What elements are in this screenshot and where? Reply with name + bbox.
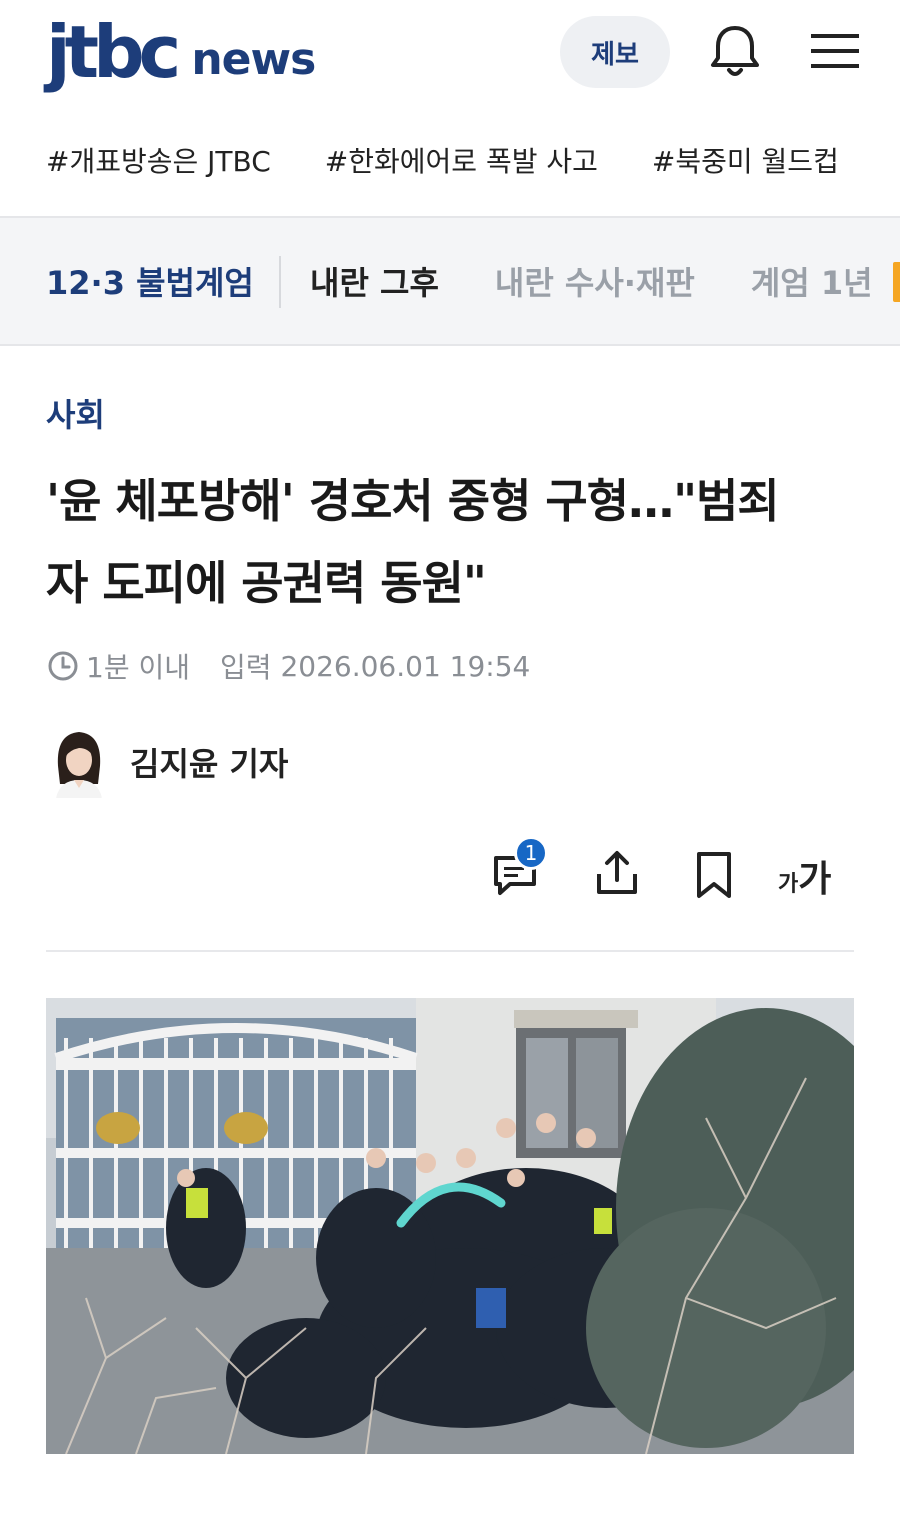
issue-bar: 12·3 불법계엄 내란 그후 내란 수사·재판 계엄 1년: [0, 216, 900, 346]
author[interactable]: 김지윤 기자: [52, 726, 288, 798]
hashtag-item[interactable]: #북중미 월드컵: [652, 140, 839, 184]
hashtag-list: #개표방송은 JTBC #한화에어로 폭발 사고 #북중미 월드컵: [46, 140, 839, 184]
logo-jtbc-text: jtbc: [46, 10, 181, 94]
font-size-small: 가: [778, 872, 799, 897]
issue-divider: [279, 256, 281, 308]
article-toolbar: 1 가가: [490, 836, 850, 916]
font-size-big: 가: [798, 859, 832, 900]
bookmark-icon[interactable]: [692, 850, 736, 900]
issue-tab-aftermath[interactable]: 내란 그후: [310, 258, 439, 304]
divider: [46, 950, 854, 952]
issue-tabs: 내란 그후 내란 수사·재판 계엄 1년: [310, 258, 873, 304]
time-ago: 1분 이내: [86, 651, 190, 684]
logo-news-text: news: [191, 34, 316, 85]
jtbc-news-logo[interactable]: jtbc news: [46, 10, 316, 94]
article-category[interactable]: 사회: [46, 390, 105, 436]
issue-tab-investigation[interactable]: 내란 수사·재판: [495, 258, 695, 304]
article-meta: 1분 이내 입력 2026.06.01 19:54: [46, 646, 530, 686]
issue-accent-marker: [893, 262, 900, 302]
author-name: 김지윤 기자: [130, 745, 289, 783]
bell-icon[interactable]: [706, 22, 764, 80]
share-icon[interactable]: [592, 848, 642, 898]
article-title-line2: 자 도피에 공권력 동원": [46, 556, 487, 610]
issue-tab-one-year[interactable]: 계엄 1년: [751, 258, 873, 304]
site-header: jtbc news 제보: [0, 0, 900, 110]
article-photo-image: [46, 998, 854, 1454]
avatar: [52, 726, 106, 798]
article-title-line1: '윤 체포방해' 경호처 중형 구형…"범죄: [46, 474, 780, 528]
hashtag-item[interactable]: #개표방송은 JTBC: [46, 140, 271, 184]
article-photo[interactable]: [46, 998, 854, 1454]
input-datetime: 2026.06.01 19:54: [280, 649, 531, 683]
clock-icon: [48, 651, 78, 681]
article-title: '윤 체포방해' 경호처 중형 구형…"범죄 자 도피에 공권력 동원": [46, 460, 866, 624]
tip-button[interactable]: 제보: [560, 16, 670, 88]
comment-count-badge: 1: [514, 836, 548, 870]
hashtag-item[interactable]: #한화에어로 폭발 사고: [325, 140, 598, 184]
issue-main-label[interactable]: 12·3 불법계엄: [46, 258, 254, 304]
menu-icon[interactable]: [808, 28, 862, 74]
font-size-icon[interactable]: 가가: [778, 850, 831, 902]
input-label: 입력: [220, 651, 272, 684]
